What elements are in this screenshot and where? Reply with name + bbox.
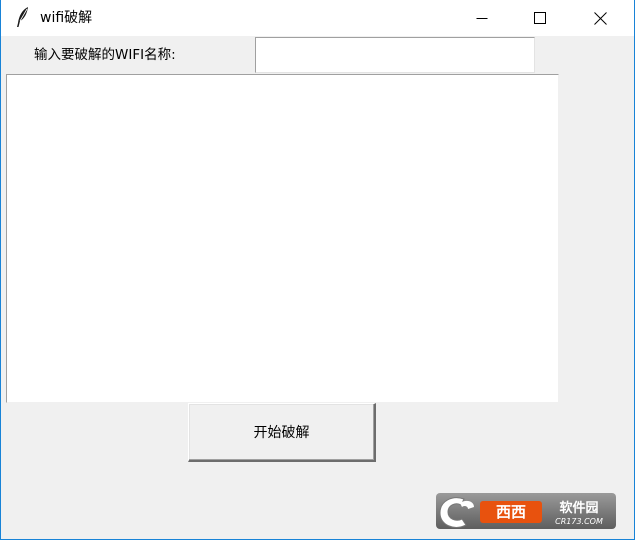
- watermark-logo: 西西 软件园 CR173.COM: [434, 489, 618, 533]
- app-window: wifi破解 输入要破解的WIFI名称: 开始破解 西西 软件园 CR173.C…: [0, 0, 635, 540]
- close-icon: [593, 11, 607, 25]
- svg-text:西西: 西西: [496, 503, 526, 521]
- close-button[interactable]: [571, 0, 629, 36]
- feather-icon: [15, 6, 31, 28]
- title-bar[interactable]: wifi破解: [1, 0, 634, 36]
- wifi-name-label: 输入要破解的WIFI名称:: [34, 47, 176, 63]
- start-crack-button[interactable]: 开始破解: [188, 403, 376, 462]
- minimize-button[interactable]: [453, 0, 511, 36]
- minimize-icon: [476, 18, 488, 19]
- wifi-name-input[interactable]: [255, 37, 535, 73]
- output-textarea[interactable]: [6, 74, 559, 403]
- window-title: wifi破解: [40, 10, 93, 26]
- maximize-icon: [534, 12, 546, 24]
- svg-text:软件园: 软件园: [559, 500, 598, 516]
- svg-text:CR173.COM: CR173.COM: [555, 517, 603, 526]
- maximize-button[interactable]: [511, 0, 569, 36]
